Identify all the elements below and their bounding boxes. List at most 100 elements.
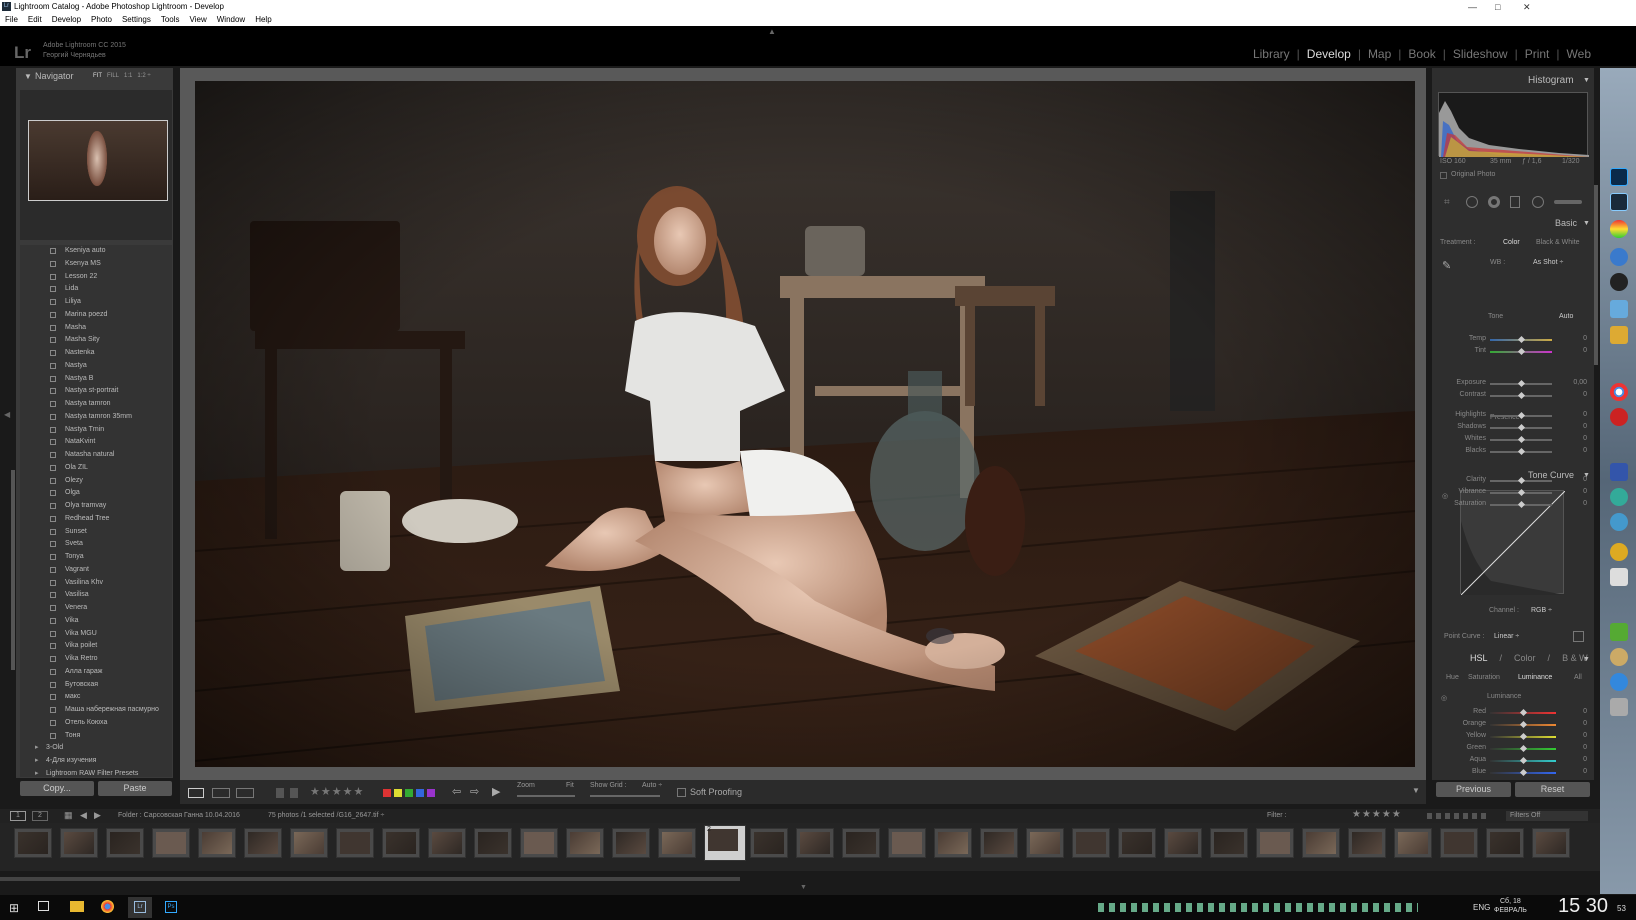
navigator-zoom-option[interactable]: FILL [107,73,119,79]
main-photo[interactable] [195,81,1415,767]
folder-item[interactable]: Nastya Tmin [20,424,172,437]
hsl-row-value[interactable]: 0 [1565,720,1587,727]
module-library[interactable]: Library [1246,47,1297,61]
filmstrip-thumbnail[interactable] [658,828,696,858]
filmstrip-thumbnail[interactable] [1118,828,1156,858]
previous-photo-icon[interactable]: ⇦ [452,785,461,798]
menu-item-settings[interactable]: Settings [122,15,151,24]
photoshop-taskbar-icon[interactable]: Ps [165,901,177,913]
folder-item[interactable]: Nastya st-portrait [20,385,172,398]
reset-button[interactable]: Reset [1515,782,1590,797]
module-print[interactable]: Print [1518,47,1557,61]
play-slideshow-icon[interactable]: ▶ [492,785,500,798]
module-book[interactable]: Book [1401,47,1442,61]
filmstrip-thumbnail[interactable] [1532,828,1570,858]
color-label-yellow[interactable] [394,789,402,797]
slider-value[interactable]: 0 [1565,447,1587,454]
left-scrollbar[interactable] [11,470,15,670]
app-desktop-icon[interactable] [1610,326,1628,344]
folder-item[interactable]: Тоня [20,730,172,743]
maximize-icon[interactable]: □ [1495,0,1500,14]
folder-item[interactable]: Sunset [20,526,172,539]
windows-start-icon[interactable]: ⊞ [9,901,19,915]
menu-item-window[interactable]: Window [217,15,245,24]
folder-item[interactable]: Olezy [20,475,172,488]
filmstrip-thumbnail[interactable] [888,828,926,858]
folder-path[interactable]: Folder : Сарсовская Ганна 10.04.2016 [118,812,240,819]
menu-item-develop[interactable]: Develop [52,15,81,24]
filmstrip-thumbnail[interactable] [1348,828,1386,858]
reject-flag-icon[interactable] [290,788,298,798]
before-after-icon[interactable] [212,788,230,798]
module-web[interactable]: Web [1560,47,1598,61]
module-develop[interactable]: Develop [1300,47,1358,61]
slider-value[interactable]: 0 [1565,488,1587,495]
hsl-tab[interactable]: Color [1514,653,1536,663]
filmstrip-thumbnail[interactable] [290,828,328,858]
folder-item[interactable]: Tonya [20,551,172,564]
filmstrip-thumbnail[interactable] [244,828,282,858]
filmstrip-thumbnail[interactable] [980,828,1018,858]
menu-item-file[interactable]: File [5,15,18,24]
collapse-triangle-icon[interactable]: ▼ [1583,77,1590,84]
back-arrow-icon[interactable]: ◀ [80,810,87,821]
show-grid-select[interactable]: Auto ÷ [642,782,662,789]
folder-item[interactable]: Nastya [20,360,172,373]
chrome-desktop-icon[interactable] [1610,383,1628,401]
app-desktop-icon[interactable] [1610,463,1628,481]
folder-item[interactable]: Отель Коюха [20,717,172,730]
system-tray-icons[interactable] [1098,903,1418,912]
histogram-title[interactable]: Histogram [1528,75,1574,86]
collapse-triangle-icon[interactable]: ▼ [1583,656,1590,663]
next-photo-icon[interactable]: ⇨ [470,785,479,798]
folder-group[interactable]: 4-Для изучения [20,755,172,768]
filmstrip-thumbnail[interactable] [1302,828,1340,858]
folder-item[interactable]: Natasha natural [20,449,172,462]
filmstrip-thumbnail[interactable] [1440,828,1478,858]
grid-slider[interactable] [590,795,660,797]
auto-tone-button[interactable]: Auto [1559,313,1573,320]
right-scrollbar[interactable] [1594,185,1598,365]
app-desktop-icon[interactable] [1610,488,1628,506]
app-desktop-icon[interactable] [1610,248,1628,266]
slider-value[interactable]: 0 [1565,391,1587,398]
folder-item[interactable]: Vagrant [20,564,172,577]
flag-icon[interactable] [276,788,284,798]
folder-item[interactable]: NataKvint [20,436,172,449]
copy-button[interactable]: Copy... [20,781,94,796]
previous-button[interactable]: Previous [1436,782,1511,797]
paste-button[interactable]: Paste [98,781,172,796]
filmstrip-thumbnail[interactable] [428,828,466,858]
photo-count[interactable]: 75 photos /1 selected /G16_2647.tif ÷ [268,812,384,819]
folder-group[interactable]: Lightroom RAW Filter Presets [20,768,172,777]
channel-select[interactable]: RGB ÷ [1531,607,1552,614]
hsl-tab[interactable]: HSL [1470,653,1488,663]
color-wheel-desktop-icon[interactable] [1610,220,1628,238]
filmstrip-thumbnail[interactable] [336,828,374,858]
folder-item[interactable]: Sveta [20,538,172,551]
slider-value[interactable]: 0 [1565,347,1587,354]
adjustment-brush-icon[interactable] [1554,200,1582,204]
menu-item-help[interactable]: Help [255,15,271,24]
loupe-view-icon[interactable] [188,788,204,798]
filmstrip-thumbnail[interactable] [796,828,834,858]
histogram-graph[interactable] [1438,92,1589,157]
star-rating-icon[interactable]: ★★★★★ [310,785,364,798]
folder-item[interactable]: Vika Retro [20,653,172,666]
filmstrip-thumbnail[interactable] [750,828,788,858]
photoshop-desktop-icon[interactable] [1610,168,1628,186]
bottom-panel-toggle-icon[interactable]: ▼ [800,884,807,891]
app-desktop-icon[interactable] [1610,300,1628,318]
chrome-taskbar-icon[interactable] [101,900,114,913]
module-map[interactable]: Map [1361,47,1398,61]
filmstrip-thumbnail[interactable] [198,828,236,858]
folder-item[interactable]: Nastya tamron [20,398,172,411]
filmstrip-thumbnail[interactable] [382,828,420,858]
filmstrip-thumbnail[interactable] [842,828,880,858]
folder-item[interactable]: Nastenka [20,347,172,360]
filmstrip-thumbnail[interactable] [1256,828,1294,858]
folder-item[interactable]: Venera [20,602,172,615]
soft-proofing-checkbox[interactable] [677,788,686,797]
minimize-icon[interactable]: — [1468,0,1477,14]
hsl-subtab[interactable]: Saturation [1468,674,1500,681]
